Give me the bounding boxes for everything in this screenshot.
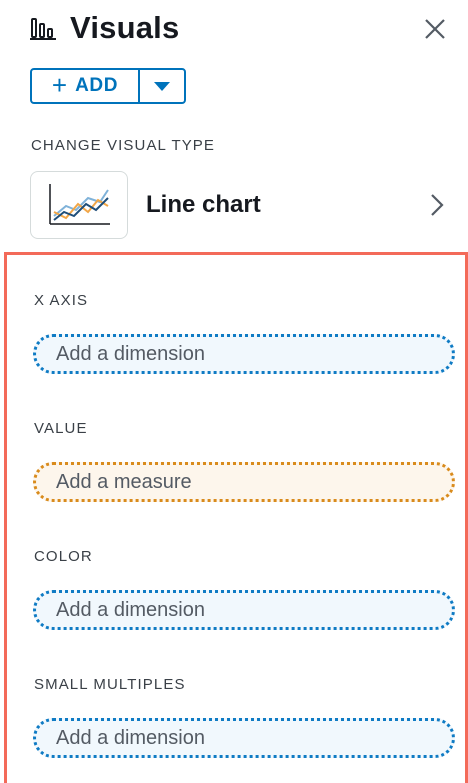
add-dropdown-button[interactable] (140, 70, 184, 102)
color-label: COLOR (34, 548, 93, 565)
color-drop-well[interactable]: Add a dimension (33, 590, 455, 630)
panel-header: Visuals (30, 4, 450, 52)
line-chart-icon (49, 184, 110, 225)
visual-type-thumbnail (30, 171, 128, 239)
panel-title: Visuals (70, 10, 180, 45)
add-visual-button-group: + ADD (30, 68, 186, 104)
chevron-right-icon (431, 194, 444, 216)
value-label: VALUE (34, 420, 88, 437)
add-visual-button[interactable]: + ADD (32, 70, 138, 102)
field-wells: X AXIS Add a dimension VALUE Add a measu… (4, 252, 468, 783)
small-multiples-drop-well[interactable]: Add a dimension (33, 718, 455, 758)
x-axis-drop-well[interactable]: Add a dimension (33, 334, 455, 374)
visuals-panel: Visuals + ADD CHANGE VISUAL TYPE Line ch… (0, 0, 468, 783)
value-drop-well[interactable]: Add a measure (33, 462, 455, 502)
add-button-label: ADD (75, 75, 119, 96)
x-axis-label: X AXIS (34, 292, 89, 309)
caret-down-icon (154, 82, 170, 91)
change-visual-type-button[interactable]: Line chart (30, 170, 450, 240)
bar-chart-icon (30, 15, 60, 41)
plus-icon: + (51, 70, 68, 100)
close-icon[interactable] (420, 14, 450, 44)
change-visual-type-label: CHANGE VISUAL TYPE (31, 137, 216, 154)
visual-type-name: Line chart (146, 191, 261, 218)
small-multiples-label: SMALL MULTIPLES (34, 676, 186, 693)
